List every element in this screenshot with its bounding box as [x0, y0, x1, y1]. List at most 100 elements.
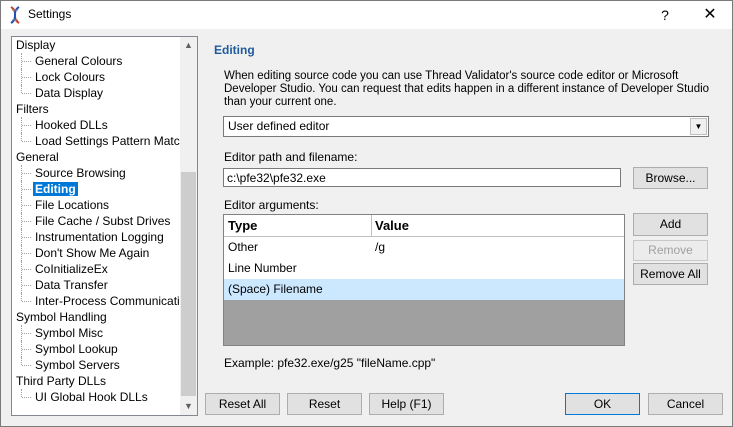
editor-path-label: Editor path and filename: — [224, 150, 358, 164]
row-type: (Space) Filename — [228, 282, 323, 296]
tree-item[interactable]: Inter-Process Communication — [12, 293, 193, 309]
chevron-down-icon[interactable]: ▼ — [690, 118, 707, 135]
tree-category[interactable]: General — [12, 149, 180, 165]
tree-connector — [22, 285, 31, 286]
browse-button[interactable]: Browse... — [633, 167, 708, 189]
row-value: /g — [375, 240, 386, 254]
editor-path-input[interactable] — [223, 168, 621, 187]
tree-connector — [22, 253, 31, 254]
tree-item[interactable]: CoInitializeEx — [12, 261, 180, 277]
tree-category[interactable]: Display — [12, 37, 180, 53]
add-button[interactable]: Add — [633, 213, 708, 236]
tree-item-label: Hooked DLLs — [35, 118, 108, 132]
settings-tree[interactable]: Display General Colours Lock Colours Data D… — [11, 36, 198, 416]
tree-item-label: Editing — [32, 181, 79, 197]
reset-all-button[interactable]: Reset All — [205, 393, 280, 415]
tree-item-label: File Cache / Subst Drives — [35, 214, 171, 228]
cancel-button[interactable]: Cancel — [648, 393, 723, 415]
section-title: Editing — [214, 43, 255, 57]
tree-item-label: Lock Colours — [35, 70, 106, 84]
tree-connector — [21, 389, 23, 397]
tree-connector — [22, 221, 31, 222]
tree-item[interactable]: Load Settings Pattern Match — [12, 133, 186, 149]
tree-item-label: Symbol Misc — [35, 326, 104, 340]
column-header-value[interactable]: Value — [375, 215, 409, 236]
dna-app-icon — [10, 6, 20, 24]
editor-type-select[interactable]: User defined editor ▼ — [223, 116, 709, 137]
tree-item-label: Symbol Servers — [35, 358, 120, 372]
title-bar[interactable]: Settings ? ✕ — [1, 1, 732, 29]
tree-item[interactable]: General Colours — [12, 53, 180, 69]
tree-item[interactable]: Don't Show Me Again — [12, 245, 180, 261]
help-question-button[interactable]: ? — [653, 5, 677, 25]
remove-button[interactable]: Remove — [633, 240, 708, 261]
tree-item-label: Data Transfer — [35, 278, 108, 292]
tree-item[interactable]: Lock Colours — [12, 69, 180, 85]
tree-item[interactable]: File Locations — [12, 197, 180, 213]
reset-button[interactable]: Reset — [287, 393, 362, 415]
tree-item-label: Symbol Lookup — [35, 342, 118, 356]
tree-connector — [22, 205, 31, 206]
tree-item-label: Data Display — [35, 86, 104, 100]
remove-all-button[interactable]: Remove All — [633, 263, 708, 285]
tree-category[interactable]: Symbol Handling — [12, 309, 180, 325]
tree-item[interactable]: Instrumentation Logging — [12, 229, 180, 245]
tree-connector — [22, 333, 31, 334]
tree-item-label: Third Party DLLs — [16, 374, 107, 388]
tree-item-label: Don't Show Me Again — [35, 246, 150, 260]
tree-connector — [22, 237, 31, 238]
row-type: Line Number — [228, 261, 297, 275]
tree-item-label: Source Browsing — [35, 166, 126, 180]
tree-item-label: Display — [16, 38, 56, 52]
window-title: Settings — [28, 7, 72, 21]
tree-item-label: UI Global Hook DLLs — [35, 390, 148, 404]
tree-scrollbar[interactable]: ▲ ▼ — [180, 37, 197, 415]
tree-item[interactable]: Source Browsing — [12, 165, 180, 181]
tree-item[interactable]: Data Transfer — [12, 277, 180, 293]
tree-category[interactable]: Third Party DLLs — [12, 373, 180, 389]
tree-item-label: General Colours — [35, 54, 123, 68]
tree-item-label: CoInitializeEx — [35, 262, 108, 276]
example-text: Example: pfe32.exe/g25 "fileName.cpp" — [224, 356, 436, 370]
close-button[interactable]: ✕ — [698, 5, 722, 25]
grid-header: Type Value — [224, 215, 624, 237]
tree-item-label: Inter-Process Communication — [35, 294, 194, 308]
editor-args-grid[interactable]: Type Value Other /g Line Number (Space) … — [223, 214, 625, 346]
tree-item-label: Instrumentation Logging — [35, 230, 164, 244]
table-row-selected[interactable]: (Space) Filename — [224, 279, 624, 300]
tree-item[interactable]: UI Global Hook DLLs — [12, 389, 180, 405]
tree-item[interactable]: Symbol Misc — [12, 325, 180, 341]
tree-item-label: File Locations — [35, 198, 110, 212]
settings-window: Settings ? ✕ Display General Colours Lock … — [0, 0, 733, 427]
tree-connector — [22, 189, 31, 190]
tree-connector — [22, 365, 31, 366]
tree-item[interactable]: Hooked DLLs — [12, 117, 180, 133]
scroll-down-icon[interactable]: ▼ — [180, 398, 197, 415]
scroll-thumb[interactable] — [181, 172, 196, 396]
table-row[interactable]: Line Number — [224, 258, 624, 279]
tree-connector — [21, 133, 23, 141]
tree-connector — [22, 301, 31, 302]
tree-connector — [22, 349, 31, 350]
tree-connector — [22, 93, 31, 94]
editing-description: When editing source code you can use Thr… — [224, 70, 710, 108]
column-header-type[interactable]: Type — [228, 215, 257, 236]
row-type: Other — [228, 240, 259, 254]
tree-item[interactable]: Data Display — [12, 85, 180, 101]
table-row[interactable]: Other /g — [224, 237, 624, 258]
tree-connector — [22, 141, 31, 142]
tree-item[interactable]: Editing — [12, 181, 180, 197]
scroll-up-icon[interactable]: ▲ — [180, 37, 197, 54]
tree-connector — [22, 269, 31, 270]
tree-category[interactable]: Filters — [12, 101, 180, 117]
tree-connector — [22, 397, 31, 398]
tree-item[interactable]: Symbol Servers — [12, 357, 180, 373]
tree-item[interactable]: File Cache / Subst Drives — [12, 213, 180, 229]
tree-item[interactable]: Symbol Lookup — [12, 341, 180, 357]
tree-connector — [21, 85, 23, 93]
help-f1-button[interactable]: Help (F1) — [369, 393, 444, 415]
tree-item-label: Load Settings Pattern Match — [35, 134, 187, 148]
ok-button[interactable]: OK — [565, 393, 640, 415]
editor-args-label: Editor arguments: — [224, 198, 319, 212]
column-divider[interactable] — [371, 215, 372, 236]
